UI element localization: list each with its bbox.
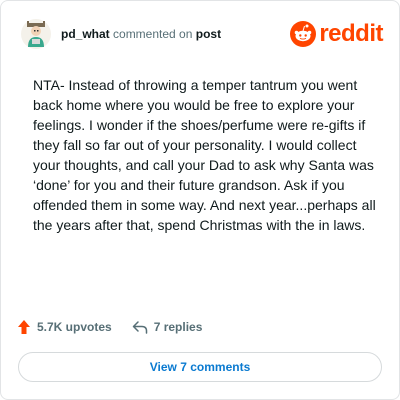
action-text: commented on <box>113 27 193 41</box>
username[interactable]: pd_what <box>61 27 110 41</box>
comment-card: pd_what commented on post reddit NTA- In… <box>0 0 400 400</box>
replies-count: 7 replies <box>153 320 203 334</box>
post-link[interactable]: post <box>196 27 221 41</box>
comment-meta: pd_what commented on post <box>61 27 221 41</box>
comment-actions: 5.7K upvotes 7 replies <box>17 317 222 337</box>
upvote-arrow-icon <box>18 320 30 334</box>
comment-header: pd_what commented on post reddit <box>17 17 383 51</box>
reddit-logo[interactable]: reddit <box>290 19 383 49</box>
reddit-wordmark: reddit <box>319 20 383 47</box>
upvotes-count: 5.7K upvotes <box>37 320 112 334</box>
reply-arrow-icon <box>132 321 147 334</box>
upvote-button[interactable]: 5.7K upvotes <box>17 319 112 335</box>
avatar[interactable] <box>21 19 51 49</box>
reddit-snoo-icon <box>290 21 317 47</box>
comment-body: NTA- Instead of throwing a temper tantru… <box>33 77 376 233</box>
avatar-icon <box>21 19 51 49</box>
replies-button[interactable]: 7 replies <box>132 320 203 334</box>
view-comments-button[interactable]: View 7 comments <box>18 352 382 382</box>
